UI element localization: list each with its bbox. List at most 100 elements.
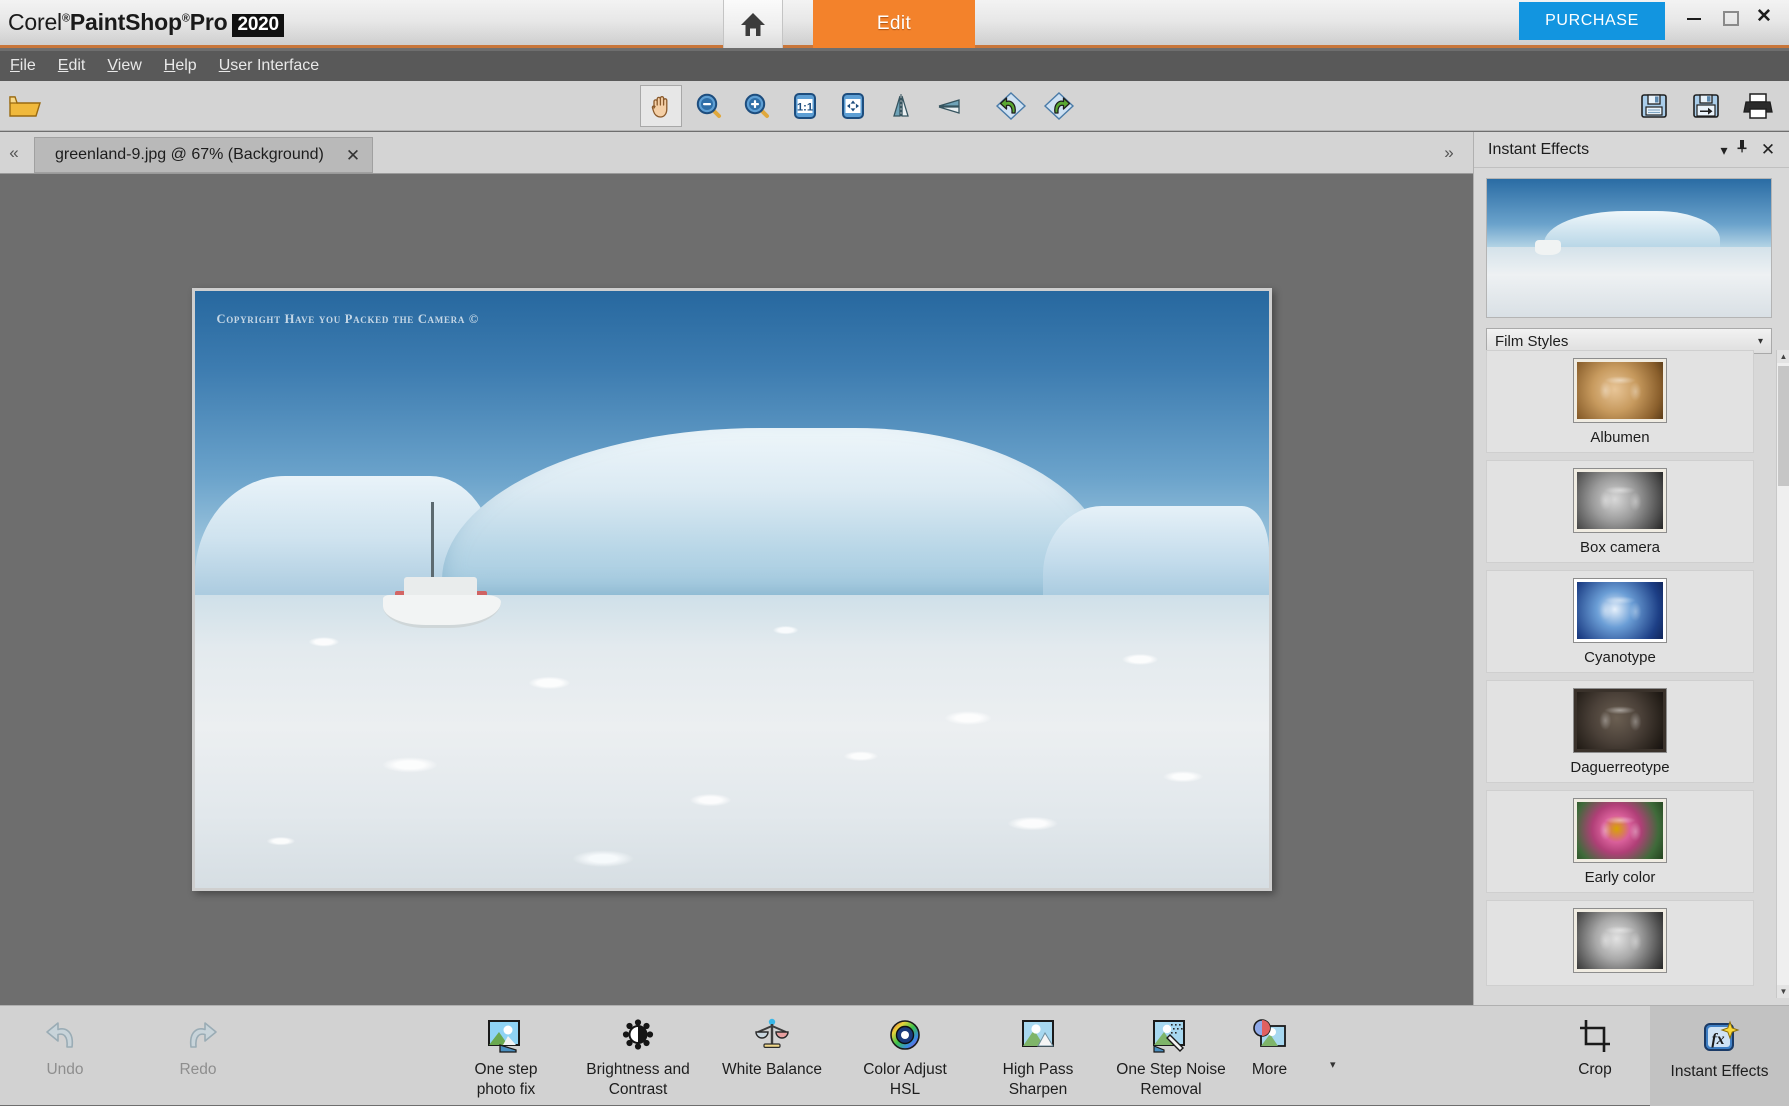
menu-view-mnemonic: V xyxy=(107,57,118,74)
one-step-noise-removal-button[interactable]: One Step Noise Removal xyxy=(1106,1014,1236,1101)
effect-thumbnail-flower-overlay xyxy=(1577,472,1663,529)
svg-text:1:1: 1:1 xyxy=(797,102,813,114)
effect-label-daguerreotype: Daguerreotype xyxy=(1570,759,1670,776)
effect-thumbnail-flower-overlay xyxy=(1577,582,1663,639)
zoom-out-icon xyxy=(695,92,723,120)
minimize-button[interactable] xyxy=(1685,8,1703,26)
redo-arrow-icon xyxy=(1043,91,1075,121)
crop-button[interactable]: Crop xyxy=(1530,1014,1660,1080)
redo-tool-button[interactable] xyxy=(1038,85,1080,127)
panel-close-icon[interactable]: ✕ xyxy=(1757,139,1779,161)
one-step-photo-fix-label-line1: One step xyxy=(474,1061,538,1078)
scroll-down-icon[interactable]: ▼ xyxy=(1777,985,1789,998)
mirror-icon xyxy=(886,91,916,121)
more-effects-icon xyxy=(1249,1014,1291,1058)
chevron-down-icon: ▾ xyxy=(1757,335,1763,347)
image-boat-mast xyxy=(431,502,434,580)
one-to-one-icon: 1:1 xyxy=(790,91,820,121)
purchase-label: PURCHASE xyxy=(1545,12,1639,29)
color-adjust-hsl-button[interactable]: Color Adjust HSL xyxy=(840,1014,970,1101)
document-tab-close-icon[interactable]: ✕ xyxy=(346,147,360,164)
document-image-greenland-9[interactable]: Copyright Have you Packed the Camera © xyxy=(192,288,1272,891)
purchase-button[interactable]: PURCHASE xyxy=(1519,2,1665,40)
fit-to-window-tool-button[interactable] xyxy=(832,85,874,127)
image-iceberg-right xyxy=(1043,505,1269,602)
save-button[interactable] xyxy=(1633,85,1675,127)
brand-corel: Corel xyxy=(8,9,62,35)
scroll-up-icon[interactable]: ▲ xyxy=(1777,350,1789,363)
actual-size-tool-button[interactable]: 1:1 xyxy=(784,85,826,127)
save-as-button[interactable] xyxy=(1685,85,1727,127)
effect-list[interactable]: Albumen Box camera Cyanotype Daguerreoty… xyxy=(1486,350,1772,998)
edit-tab-label: Edit xyxy=(876,13,912,34)
effect-label-early-color: Early color xyxy=(1584,869,1656,886)
menu-item-help[interactable]: Help xyxy=(164,57,197,75)
menu-item-edit[interactable]: Edit xyxy=(58,57,86,75)
undo-tool-button[interactable] xyxy=(990,85,1032,127)
menu-item-view[interactable]: View xyxy=(107,57,141,75)
print-icon xyxy=(1742,91,1774,121)
view-tools-group: 1:1 xyxy=(640,85,1080,127)
flip-tool-button[interactable] xyxy=(928,85,970,127)
preview-boat xyxy=(1535,239,1561,255)
folder-open-icon xyxy=(9,92,41,120)
instant-effects-fx-icon: fx xyxy=(1700,1016,1740,1060)
undo-arrow-icon xyxy=(995,91,1027,121)
one-step-photo-fix-button[interactable]: One step photo fix xyxy=(441,1014,571,1101)
print-button[interactable] xyxy=(1737,85,1779,127)
bottom-redo-button[interactable]: Redo xyxy=(133,1014,263,1080)
white-balance-button[interactable]: White Balance xyxy=(707,1014,837,1080)
effect-list-item-early-color[interactable]: Early color xyxy=(1486,790,1754,893)
document-tab-bar: « greenland-9.jpg @ 67% (Background) ✕ » xyxy=(0,132,1473,174)
brand-year: 2020 xyxy=(232,14,284,37)
brightness-contrast-label-line2: Contrast xyxy=(608,1081,668,1099)
color-adjust-hsl-label-line1: Color Adjust xyxy=(863,1061,947,1078)
menu-item-user-interface[interactable]: User Interface xyxy=(219,57,320,75)
open-file-button[interactable] xyxy=(6,87,44,125)
brightness-and-contrast-button[interactable]: Brightness and Contrast xyxy=(573,1014,703,1101)
instant-effects-panel-header: Instant Effects ▾ ✕ xyxy=(1474,132,1789,168)
more-chevron-down-icon[interactable]: ▾ xyxy=(1330,1058,1336,1071)
edit-tab[interactable]: Edit xyxy=(813,0,975,48)
brand-reg-2: ® xyxy=(181,12,190,25)
document-tab-label: greenland-9.jpg @ 67% (Background) xyxy=(55,146,324,163)
flip-icon xyxy=(934,91,964,121)
one-step-photo-fix-icon xyxy=(486,1014,526,1058)
close-button[interactable]: ✕ xyxy=(1755,7,1773,26)
brightness-contrast-icon xyxy=(618,1014,658,1058)
effect-list-item-box-camera[interactable]: Box camera xyxy=(1486,460,1754,563)
menu-edit-mnemonic: E xyxy=(57,57,69,74)
brand-reg-1: ® xyxy=(61,12,70,25)
instant-effects-button[interactable]: fx Instant Effects xyxy=(1650,1006,1789,1106)
effect-list-scrollbar[interactable]: ▲ ▼ xyxy=(1776,350,1789,998)
home-tab[interactable] xyxy=(723,0,783,48)
effect-list-item-daguerreotype[interactable]: Daguerreotype xyxy=(1486,680,1754,783)
brand-pro: Pro xyxy=(189,9,228,35)
zoom-out-tool-button[interactable] xyxy=(688,85,730,127)
effect-label-box-camera: Box camera xyxy=(1579,539,1661,556)
tab-scroll-right-button[interactable]: » xyxy=(1437,141,1461,165)
scrollbar-thumb[interactable] xyxy=(1778,366,1789,486)
more-button[interactable]: More xyxy=(1222,1014,1317,1080)
tab-scroll-left-button[interactable]: « xyxy=(2,141,26,165)
white-balance-label: White Balance xyxy=(722,1061,822,1078)
high-pass-sharpen-button[interactable]: High Pass Sharpen xyxy=(973,1014,1103,1101)
effect-list-item-albumen[interactable]: Albumen xyxy=(1486,350,1754,453)
maximize-button[interactable] xyxy=(1720,8,1739,26)
mirror-tool-button[interactable] xyxy=(880,85,922,127)
canvas-work-area[interactable]: Copyright Have you Packed the Camera © xyxy=(0,174,1473,1005)
effect-list-item-partial[interactable] xyxy=(1486,900,1754,986)
panel-pin-icon[interactable] xyxy=(1735,139,1757,161)
home-icon xyxy=(738,9,768,39)
undo-icon xyxy=(44,1014,86,1058)
instant-effects-label: Instant Effects xyxy=(1670,1063,1769,1080)
zoom-in-tool-button[interactable] xyxy=(736,85,778,127)
panel-menu-caret-icon[interactable]: ▾ xyxy=(1713,139,1735,161)
bottom-undo-button[interactable]: Undo xyxy=(0,1014,130,1080)
main-toolbar: 1:1 xyxy=(0,81,1789,131)
pan-tool-button[interactable] xyxy=(640,85,682,127)
effect-list-item-cyanotype[interactable]: Cyanotype xyxy=(1486,570,1754,673)
effect-preview-thumbnail[interactable] xyxy=(1486,178,1772,318)
menu-item-file[interactable]: File xyxy=(10,57,36,75)
document-tab-greenland-9[interactable]: greenland-9.jpg @ 67% (Background) ✕ xyxy=(34,137,374,173)
